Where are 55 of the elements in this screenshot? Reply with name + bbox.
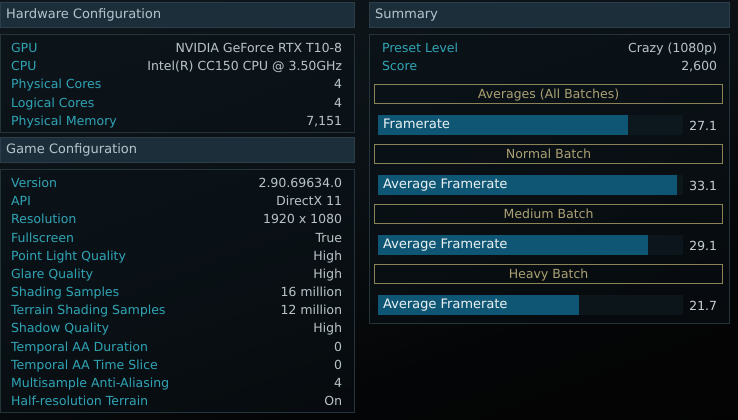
field-value: 0 [334,356,342,374]
batch-header: Normal Batch [374,144,723,164]
field-value: 4 [334,374,342,392]
metric-label: Average Framerate [382,177,508,192]
framerate-value: 29.1 [688,238,718,253]
field-value: Crazy (1080p) [628,39,717,57]
field-label: Fullscreen [11,228,74,246]
field-value: 4 [334,94,342,112]
field-value: 16 million [280,283,342,302]
field-label: Terrain Shading Samples [11,301,166,320]
field-value: Intel(R) CC150 CPU @ 3.50GHz [147,57,342,76]
field-label: Resolution [11,210,76,228]
field-value: True [315,228,342,246]
field-value: 4 [334,75,342,94]
field-value: 0 [334,338,342,356]
framerate-value: 21.7 [688,298,718,313]
field-label: Physical Cores [11,75,102,94]
metric-label: Average Framerate [382,297,508,312]
field-label: Point Light Quality [11,246,126,265]
field-label: API [11,192,31,210]
field-value: 12 million [280,301,342,320]
field-label: GPU [11,39,38,57]
field-value: 1920 x 1080 [263,210,342,228]
field-label: Score [382,57,418,76]
field-value: DirectX 11 [276,192,342,210]
section-header: Hardware Configuration [0,2,355,28]
field-value: On [324,392,342,410]
section-header: Summary [369,2,730,28]
field-label: Shadow Quality [11,319,109,338]
batch-header: Averages (All Batches) [374,84,723,104]
field-label: Shading Samples [11,283,120,302]
field-value: High [313,319,342,338]
field-label: Multisample Anti-Aliasing [11,374,170,392]
framerate-value: 27.1 [688,118,718,133]
field-value: 2.90.69634.0 [258,174,342,192]
field-label: Preset Level [382,39,458,57]
field-label: Physical Memory [11,112,117,130]
field-value: 2,600 [681,57,717,76]
field-label: Temporal AA Time Slice [11,356,158,374]
field-label: CPU [11,57,36,76]
framerate-value: 33.1 [688,178,718,193]
field-value: High [313,264,342,283]
field-label: Version [11,174,57,192]
section-header: Game Configuration [0,136,355,163]
metric-label: Framerate [382,117,450,132]
field-label: Temporal AA Duration [11,338,148,356]
batch-header: Medium Batch [374,204,723,224]
field-label: Glare Quality [11,264,94,283]
field-label: Half-resolution Terrain [11,392,148,410]
field-value: High [313,246,342,265]
field-label: Logical Cores [11,94,94,112]
metric-label: Average Framerate [382,237,508,252]
field-value: 7,151 [306,112,342,130]
field-value: NVIDIA GeForce RTX T10-8 [175,39,342,57]
batch-header: Heavy Batch [374,264,723,284]
